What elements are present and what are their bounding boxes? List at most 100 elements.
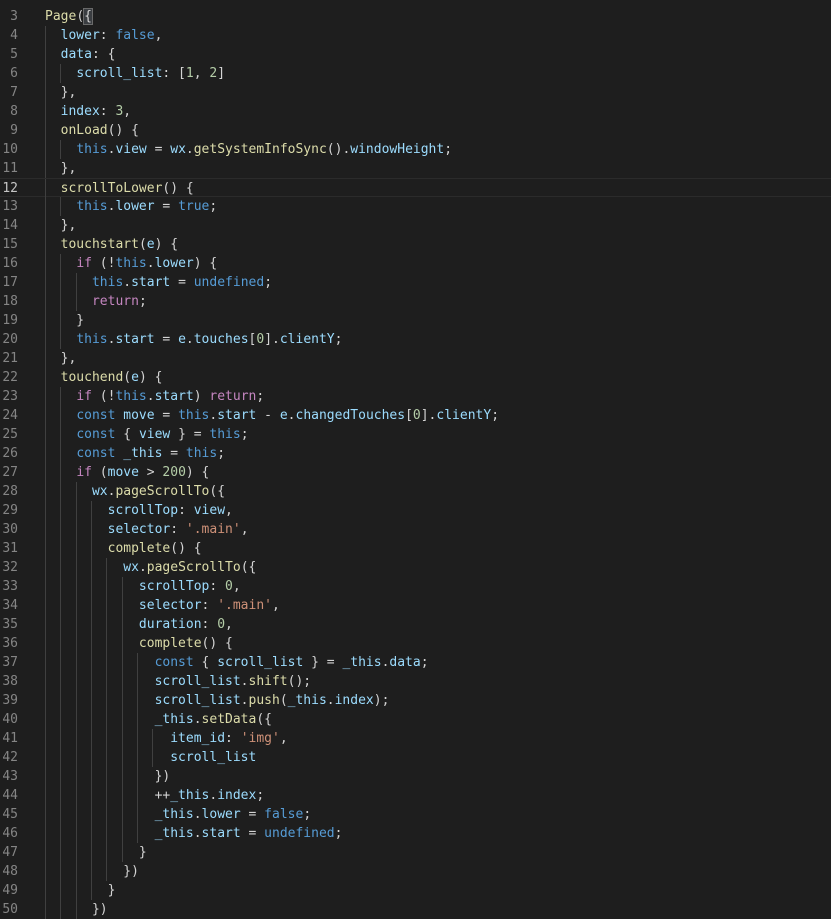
code-text[interactable]: }, — [45, 83, 77, 102]
code-text[interactable]: }, — [45, 216, 77, 235]
code-line[interactable]: 43 }) — [0, 767, 831, 786]
code-text[interactable]: wx.pageScrollTo({ — [45, 482, 225, 501]
code-line[interactable]: 45 _this.lower = false; — [0, 805, 831, 824]
code-line[interactable]: 9 onLoad() { — [0, 121, 831, 140]
code-text[interactable]: item_id: 'img', — [45, 729, 287, 748]
code-line[interactable]: 32 wx.pageScrollTo({ — [0, 558, 831, 577]
code-line[interactable]: 13 this.lower = true; — [0, 197, 831, 216]
code-text[interactable]: } — [45, 881, 116, 900]
code-text[interactable]: touchend(e) { — [45, 368, 163, 387]
code-text[interactable]: } — [45, 843, 147, 862]
code-line[interactable]: 29 scrollTop: view, — [0, 501, 831, 520]
code-text[interactable]: scroll_list: [1, 2] — [45, 64, 225, 83]
code-line[interactable]: 12 scrollToLower() { — [0, 178, 831, 198]
code-line[interactable]: 50 }) — [0, 900, 831, 919]
code-line[interactable]: 26 const _this = this; — [0, 444, 831, 463]
code-line[interactable]: 28 wx.pageScrollTo({ — [0, 482, 831, 501]
code-text[interactable]: complete() { — [45, 634, 233, 653]
code-text[interactable]: scroll_list — [45, 748, 256, 767]
code-text[interactable]: if (move > 200) { — [45, 463, 209, 482]
code-text[interactable]: index: 3, — [45, 102, 131, 121]
code-line[interactable]: 38 scroll_list.shift(); — [0, 672, 831, 691]
code-text[interactable]: data: { — [45, 45, 116, 64]
code-text[interactable]: lower: false, — [45, 26, 163, 45]
code-line[interactable]: 35 duration: 0, — [0, 615, 831, 634]
code-line[interactable]: 41 item_id: 'img', — [0, 729, 831, 748]
code-line[interactable]: 24 const move = this.start - e.changedTo… — [0, 406, 831, 425]
code-line[interactable]: 27 if (move > 200) { — [0, 463, 831, 482]
code-text[interactable]: const { view } = this; — [45, 425, 248, 444]
code-line[interactable]: 17 this.start = undefined; — [0, 273, 831, 292]
code-line[interactable]: 3 Page({ — [0, 7, 831, 26]
code-text[interactable]: const _this = this; — [45, 444, 225, 463]
code-text[interactable]: ++_this.index; — [45, 786, 265, 805]
code-text[interactable]: scrollTop: view, — [45, 501, 233, 520]
code-line[interactable]: 36 complete() { — [0, 634, 831, 653]
code-text[interactable]: _this.lower = false; — [45, 805, 312, 824]
code-text[interactable]: scrollTop: 0, — [45, 577, 241, 596]
code-text[interactable]: this.lower = true; — [45, 197, 217, 216]
code-text[interactable]: if (!this.start) return; — [45, 387, 264, 406]
code-line[interactable]: 5 data: { — [0, 45, 831, 64]
code-line[interactable]: 39 scroll_list.push(_this.index); — [0, 691, 831, 710]
code-text[interactable]: }) — [45, 767, 171, 786]
code-text[interactable]: scroll_list.push(_this.index); — [45, 691, 390, 710]
code-text[interactable]: const move = this.start - e.changedTouch… — [45, 406, 499, 425]
code-line[interactable]: 42 scroll_list — [0, 748, 831, 767]
code-line[interactable]: 8 index: 3, — [0, 102, 831, 121]
code-text[interactable]: onLoad() { — [45, 121, 139, 140]
code-text[interactable]: wx.pageScrollTo({ — [45, 558, 256, 577]
code-text[interactable]: touchstart(e) { — [45, 235, 178, 254]
code-line[interactable]: 22 touchend(e) { — [0, 368, 831, 387]
code-line[interactable]: 15 touchstart(e) { — [0, 235, 831, 254]
code-text[interactable]: Page({ — [45, 7, 93, 26]
code-text[interactable]: }, — [45, 159, 77, 178]
code-line[interactable]: 30 selector: '.main', — [0, 520, 831, 539]
code-line[interactable]: 31 complete() { — [0, 539, 831, 558]
code-text[interactable]: selector: '.main', — [45, 520, 249, 539]
code-editor[interactable]: 3 Page({4 lower: false, 5 data: {6 scroll_… — [0, 0, 831, 919]
code-line[interactable]: 44 ++_this.index; — [0, 786, 831, 805]
code-line[interactable]: 34 selector: '.main', — [0, 596, 831, 615]
code-line[interactable]: 21 }, — [0, 349, 831, 368]
code-line[interactable]: 49 } — [0, 881, 831, 900]
code-text[interactable]: }) — [45, 862, 139, 881]
code-token: }, — [45, 161, 77, 176]
code-line[interactable]: 40 _this.setData({ — [0, 710, 831, 729]
code-line[interactable]: 10 this.view = wx.getSystemInfoSync().wi… — [0, 140, 831, 159]
code-line[interactable]: 18 return; — [0, 292, 831, 311]
code-line[interactable]: 4 lower: false, — [0, 26, 831, 45]
code-text[interactable]: this.start = e.touches[0].clientY; — [45, 330, 342, 349]
code-line[interactable]: 25 const { view } = this; — [0, 425, 831, 444]
code-text[interactable]: selector: '.main', — [45, 596, 280, 615]
code-line[interactable]: 47 } — [0, 843, 831, 862]
code-line[interactable]: 46 _this.start = undefined; — [0, 824, 831, 843]
code-text[interactable]: if (!this.lower) { — [45, 254, 217, 273]
code-line[interactable]: 6 scroll_list: [1, 2] — [0, 64, 831, 83]
code-text[interactable]: _this.setData({ — [45, 710, 272, 729]
code-text[interactable]: }) — [45, 900, 108, 919]
code-line[interactable]: 20 this.start = e.touches[0].clientY; — [0, 330, 831, 349]
code-line[interactable]: 16 if (!this.lower) { — [0, 254, 831, 273]
code-line[interactable]: 33 scrollTop: 0, — [0, 577, 831, 596]
code-line[interactable]: 7 }, — [0, 83, 831, 102]
code-text[interactable]: return; — [45, 292, 147, 311]
code-text[interactable]: _this.start = undefined; — [45, 824, 343, 843]
code-text[interactable]: complete() { — [45, 539, 202, 558]
code-line[interactable]: 37 const { scroll_list } = _this.data; — [0, 653, 831, 672]
code-line[interactable]: 14 }, — [0, 216, 831, 235]
code-line[interactable]: 23 if (!this.start) return; — [0, 387, 831, 406]
code-line[interactable]: 19 } — [0, 311, 831, 330]
code-text[interactable]: this.view = wx.getSystemInfoSync().windo… — [45, 140, 452, 159]
code-text[interactable]: scrollToLower() { — [45, 179, 194, 198]
code-text[interactable]: this.start = undefined; — [45, 273, 272, 292]
code-text[interactable]: duration: 0, — [45, 615, 233, 634]
code-text[interactable]: } — [45, 311, 84, 330]
code-text[interactable]: }, — [45, 349, 77, 368]
code-line[interactable]: 11 }, — [0, 159, 831, 178]
code-line[interactable]: 48 }) — [0, 862, 831, 881]
code-token: lower — [115, 199, 155, 214]
code-token: this — [91, 275, 124, 290]
code-text[interactable]: const { scroll_list } = _this.data; — [45, 653, 429, 672]
code-text[interactable]: scroll_list.shift(); — [45, 672, 312, 691]
